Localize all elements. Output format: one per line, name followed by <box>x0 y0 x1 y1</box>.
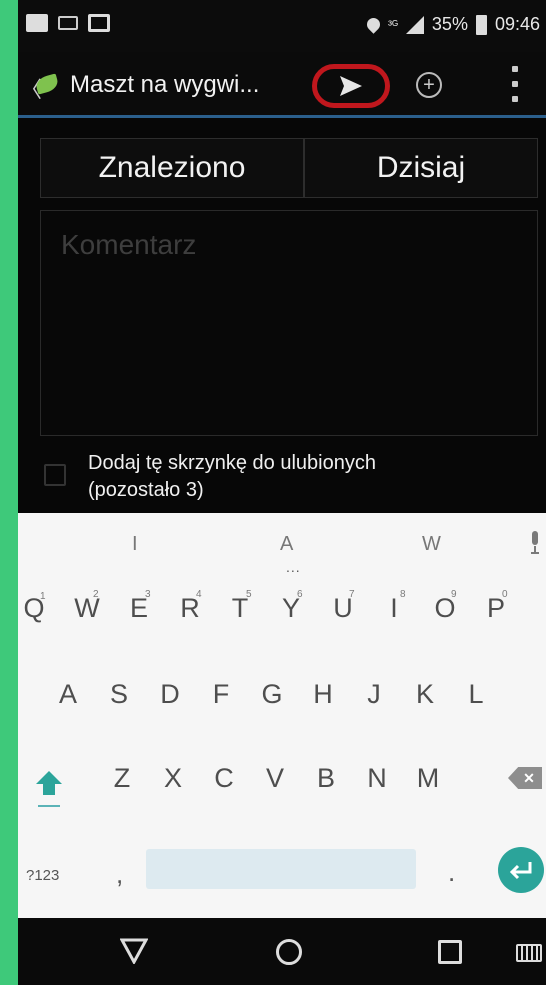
key-d[interactable]: D <box>150 679 190 710</box>
keyboard-switch-icon[interactable] <box>516 944 542 962</box>
symbols-key[interactable]: ?123 <box>26 867 59 884</box>
shift-arrow-icon[interactable] <box>34 769 64 797</box>
favorite-label-line2: (pozostało 3) <box>88 479 204 501</box>
clock: 09:46 <box>494 14 540 34</box>
key-e-hint: 3 <box>145 589 151 600</box>
shift-indicator <box>38 805 60 807</box>
action-bar: 〈 Maszt na wygwi... + <box>18 52 546 118</box>
battery-icon <box>475 14 487 35</box>
notification-icons <box>26 14 110 32</box>
key-x[interactable]: X <box>153 763 193 794</box>
key-y-hint: 6 <box>297 589 303 600</box>
status-bar: ³ᴳ 35% 09:46 <box>18 0 546 52</box>
backspace-icon[interactable]: ✕ <box>508 767 542 789</box>
location-icon <box>364 15 383 34</box>
send-log-button[interactable] <box>312 64 390 108</box>
suggestion-2[interactable]: A <box>280 533 293 556</box>
key-i[interactable]: I <box>374 593 414 624</box>
screen-notification-icon <box>88 14 110 32</box>
key-p[interactable]: P <box>476 593 516 624</box>
key-t[interactable]: T <box>220 593 260 624</box>
nav-back-icon[interactable] <box>120 938 148 964</box>
send-icon <box>340 76 362 96</box>
key-m[interactable]: M <box>408 763 448 794</box>
enter-arrow-icon <box>509 862 532 880</box>
date-button[interactable]: Dzisiaj <box>304 138 538 198</box>
key-w-hint: 2 <box>93 589 99 600</box>
key-e[interactable]: E <box>119 593 159 624</box>
key-r[interactable]: R <box>170 593 210 624</box>
key-b[interactable]: B <box>306 763 346 794</box>
favorite-checkbox[interactable] <box>44 464 66 486</box>
signal-strength-icon <box>405 15 424 34</box>
key-f[interactable]: F <box>201 679 241 710</box>
suggestion-3[interactable]: W <box>422 533 441 556</box>
gallery-notification-icon <box>26 14 48 32</box>
nav-recents-icon[interactable] <box>438 940 462 964</box>
microphone-icon[interactable] <box>530 531 540 555</box>
enter-key[interactable] <box>498 847 544 893</box>
key-l[interactable]: L <box>456 679 496 710</box>
key-o-hint: 9 <box>451 589 457 600</box>
key-n[interactable]: N <box>357 763 397 794</box>
favorite-label-line1: Dodaj tę skrzynkę do ulubionych <box>88 452 376 474</box>
key-i-hint: 8 <box>400 589 406 600</box>
key-o[interactable]: O <box>425 593 465 624</box>
comma-key[interactable]: , <box>116 859 123 890</box>
key-q-hint: 1 <box>40 591 46 602</box>
soft-keyboard: I A ... W Q 1 W 2 E 3 R 4 T 5 Y 6 U 7 I … <box>18 513 546 918</box>
key-s[interactable]: S <box>99 679 139 710</box>
cache-title[interactable]: Maszt na wygwi... <box>70 71 259 99</box>
key-w[interactable]: W <box>67 593 107 624</box>
key-a[interactable]: A <box>48 679 88 710</box>
key-j[interactable]: J <box>354 679 394 710</box>
key-u-hint: 7 <box>349 589 355 600</box>
key-v[interactable]: V <box>255 763 295 794</box>
comment-field[interactable]: Komentarz <box>40 210 538 436</box>
signal-icon: ³ᴳ <box>387 17 398 32</box>
period-key[interactable]: . <box>448 857 455 888</box>
key-h[interactable]: H <box>303 679 343 710</box>
key-t-hint: 5 <box>246 589 252 600</box>
key-r-hint: 4 <box>196 589 202 600</box>
key-g[interactable]: G <box>252 679 292 710</box>
keyboard-notification-icon <box>58 16 78 30</box>
suggestion-more[interactable]: ... <box>286 559 301 575</box>
space-bar[interactable] <box>146 849 416 889</box>
key-k[interactable]: K <box>405 679 445 710</box>
system-icons: ³ᴳ 35% 09:46 <box>364 14 540 35</box>
navigation-bar <box>18 918 546 985</box>
favorite-label: Dodaj tę skrzynkę do ulubionych (pozosta… <box>88 450 528 504</box>
key-q[interactable]: Q <box>18 593 54 624</box>
battery-percent: 35% <box>431 14 468 34</box>
key-p-hint: 0 <box>502 589 508 600</box>
phone-screen: ³ᴳ 35% 09:46 〈 Maszt na wygwi... + Znale… <box>18 0 546 985</box>
add-icon[interactable]: + <box>416 72 442 98</box>
nav-home-icon[interactable] <box>276 939 302 965</box>
key-c[interactable]: C <box>204 763 244 794</box>
suggestion-1[interactable]: I <box>132 533 138 556</box>
key-u[interactable]: U <box>323 593 363 624</box>
log-type-button[interactable]: Znaleziono <box>40 138 304 198</box>
key-z[interactable]: Z <box>102 763 142 794</box>
key-y[interactable]: Y <box>271 593 311 624</box>
favorite-row[interactable]: Dodaj tę skrzynkę do ulubionych (pozosta… <box>44 448 534 510</box>
overflow-menu-icon[interactable] <box>510 66 520 102</box>
